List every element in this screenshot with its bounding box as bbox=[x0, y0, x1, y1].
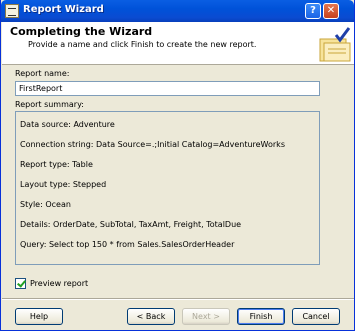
help-title-button[interactable]: ? bbox=[305, 3, 321, 19]
preview-report-label[interactable]: Preview report bbox=[30, 279, 88, 288]
cancel-button[interactable]: Cancel bbox=[292, 308, 340, 325]
help-button[interactable]: Help bbox=[15, 308, 63, 325]
report-summary-box[interactable]: Data source: Adventure Connection string… bbox=[15, 111, 320, 265]
report-wizard-icon bbox=[5, 4, 19, 18]
wizard-header: Completing the Wizard Provide a name and… bbox=[2, 22, 354, 65]
preview-report-checkbox[interactable] bbox=[15, 278, 26, 289]
next-button[interactable]: Next > bbox=[182, 308, 230, 325]
summary-style: Style: Ocean bbox=[20, 200, 71, 209]
summary-data-source: Data source: Adventure bbox=[20, 120, 115, 129]
report-name-label: Report name: bbox=[15, 69, 70, 78]
footer-divider bbox=[2, 298, 354, 300]
wizard-check-icon bbox=[319, 27, 351, 62]
back-button[interactable]: < Back bbox=[127, 308, 175, 325]
window-title: Report Wizard bbox=[23, 4, 104, 15]
title-bar[interactable]: Report Wizard ? ✕ bbox=[1, 0, 354, 22]
summary-connection-string: Connection string: Data Source=.;Initial… bbox=[20, 140, 285, 149]
page-subtitle: Provide a name and click Finish to creat… bbox=[28, 40, 257, 49]
summary-layout-type: Layout type: Stepped bbox=[20, 180, 107, 189]
close-button[interactable]: ✕ bbox=[323, 3, 339, 19]
page-title: Completing the Wizard bbox=[10, 25, 153, 38]
report-name-input[interactable]: FirstReport bbox=[15, 81, 320, 96]
report-wizard-window: Report Wizard ? ✕ Completing the Wizard … bbox=[0, 0, 355, 331]
summary-query: Query: Select top 150 * from Sales.Sales… bbox=[20, 240, 235, 249]
summary-details: Details: OrderDate, SubTotal, TaxAmt, Fr… bbox=[20, 220, 242, 229]
finish-button[interactable]: Finish bbox=[237, 308, 285, 325]
summary-report-type: Report type: Table bbox=[20, 160, 93, 169]
report-summary-label: Report summary: bbox=[15, 100, 84, 109]
